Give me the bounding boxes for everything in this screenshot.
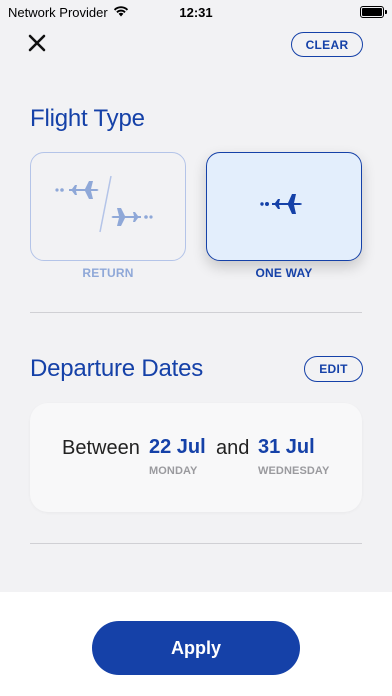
close-button[interactable] — [24, 32, 50, 58]
return-option-card[interactable] — [30, 152, 186, 261]
from-date: 22 Jul — [149, 436, 206, 458]
battery-icon — [360, 6, 387, 18]
status-bar: Network Provider 12:31 — [0, 0, 392, 24]
departure-dates-title: Departure Dates — [30, 355, 204, 382]
battery-level — [362, 8, 382, 16]
apply-button[interactable]: Apply — [92, 621, 300, 675]
one-way-option-card[interactable] — [206, 152, 362, 261]
one-way-flight-icon — [259, 189, 309, 224]
one-way-option-label: ONE WAY — [255, 266, 313, 280]
flight-type-title: Flight Type — [30, 105, 145, 132]
to-day: WEDNESDAY — [258, 465, 330, 477]
close-icon — [28, 34, 46, 57]
and-text: and — [216, 437, 250, 459]
between-text: Between — [62, 437, 140, 459]
status-left: Network Provider — [8, 5, 129, 20]
wifi-icon — [113, 5, 129, 20]
to-date: 31 Jul — [258, 436, 315, 458]
section-divider — [30, 543, 362, 544]
return-flight-icon — [53, 168, 163, 245]
carrier-label: Network Provider — [8, 4, 108, 20]
clear-button[interactable]: CLEAR — [291, 32, 363, 57]
from-day: MONDAY — [149, 465, 198, 477]
section-divider — [30, 312, 362, 313]
edit-dates-button[interactable]: EDIT — [304, 356, 363, 382]
return-option-label: RETURN — [82, 266, 134, 280]
